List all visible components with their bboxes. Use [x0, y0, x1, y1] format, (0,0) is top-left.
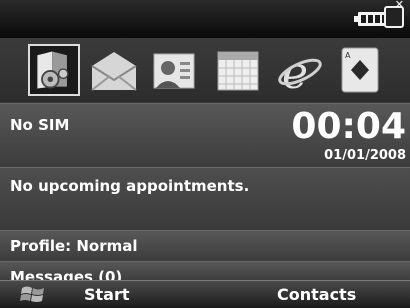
clock-date: 01/01/2008: [324, 148, 406, 163]
clock-row[interactable]: No SIM 00:04 01/01/2008: [0, 103, 410, 167]
profile-row[interactable]: Profile: Normal: [0, 230, 410, 261]
internet-explorer-icon[interactable]: e: [274, 44, 326, 96]
no-signal-icon: [384, 0, 404, 28]
status-bar: [0, 0, 410, 38]
contacts-card-icon[interactable]: [148, 44, 200, 96]
quick-launch-strip: e A: [0, 38, 410, 102]
appointments-label: No upcoming appointments.: [10, 177, 250, 195]
clock-time: 00:04: [291, 106, 406, 147]
settings-folder-icon[interactable]: [28, 44, 80, 96]
messaging-envelope-icon[interactable]: [88, 44, 140, 96]
solitaire-card-icon[interactable]: A: [334, 44, 386, 96]
calendar-icon[interactable]: [212, 44, 264, 96]
contacts-softkey[interactable]: Contacts: [277, 285, 356, 304]
soft-key-bar: Start Contacts: [0, 280, 410, 308]
carrier-label: No SIM: [10, 116, 70, 134]
start-softkey[interactable]: Start: [84, 285, 130, 304]
windows-flag-icon[interactable]: [20, 284, 46, 306]
appointments-row[interactable]: No upcoming appointments.: [0, 167, 410, 230]
profile-label: Profile: Normal: [10, 237, 138, 255]
svg-text:A: A: [345, 51, 351, 60]
messages-row[interactable]: Messages (0): [0, 261, 410, 281]
